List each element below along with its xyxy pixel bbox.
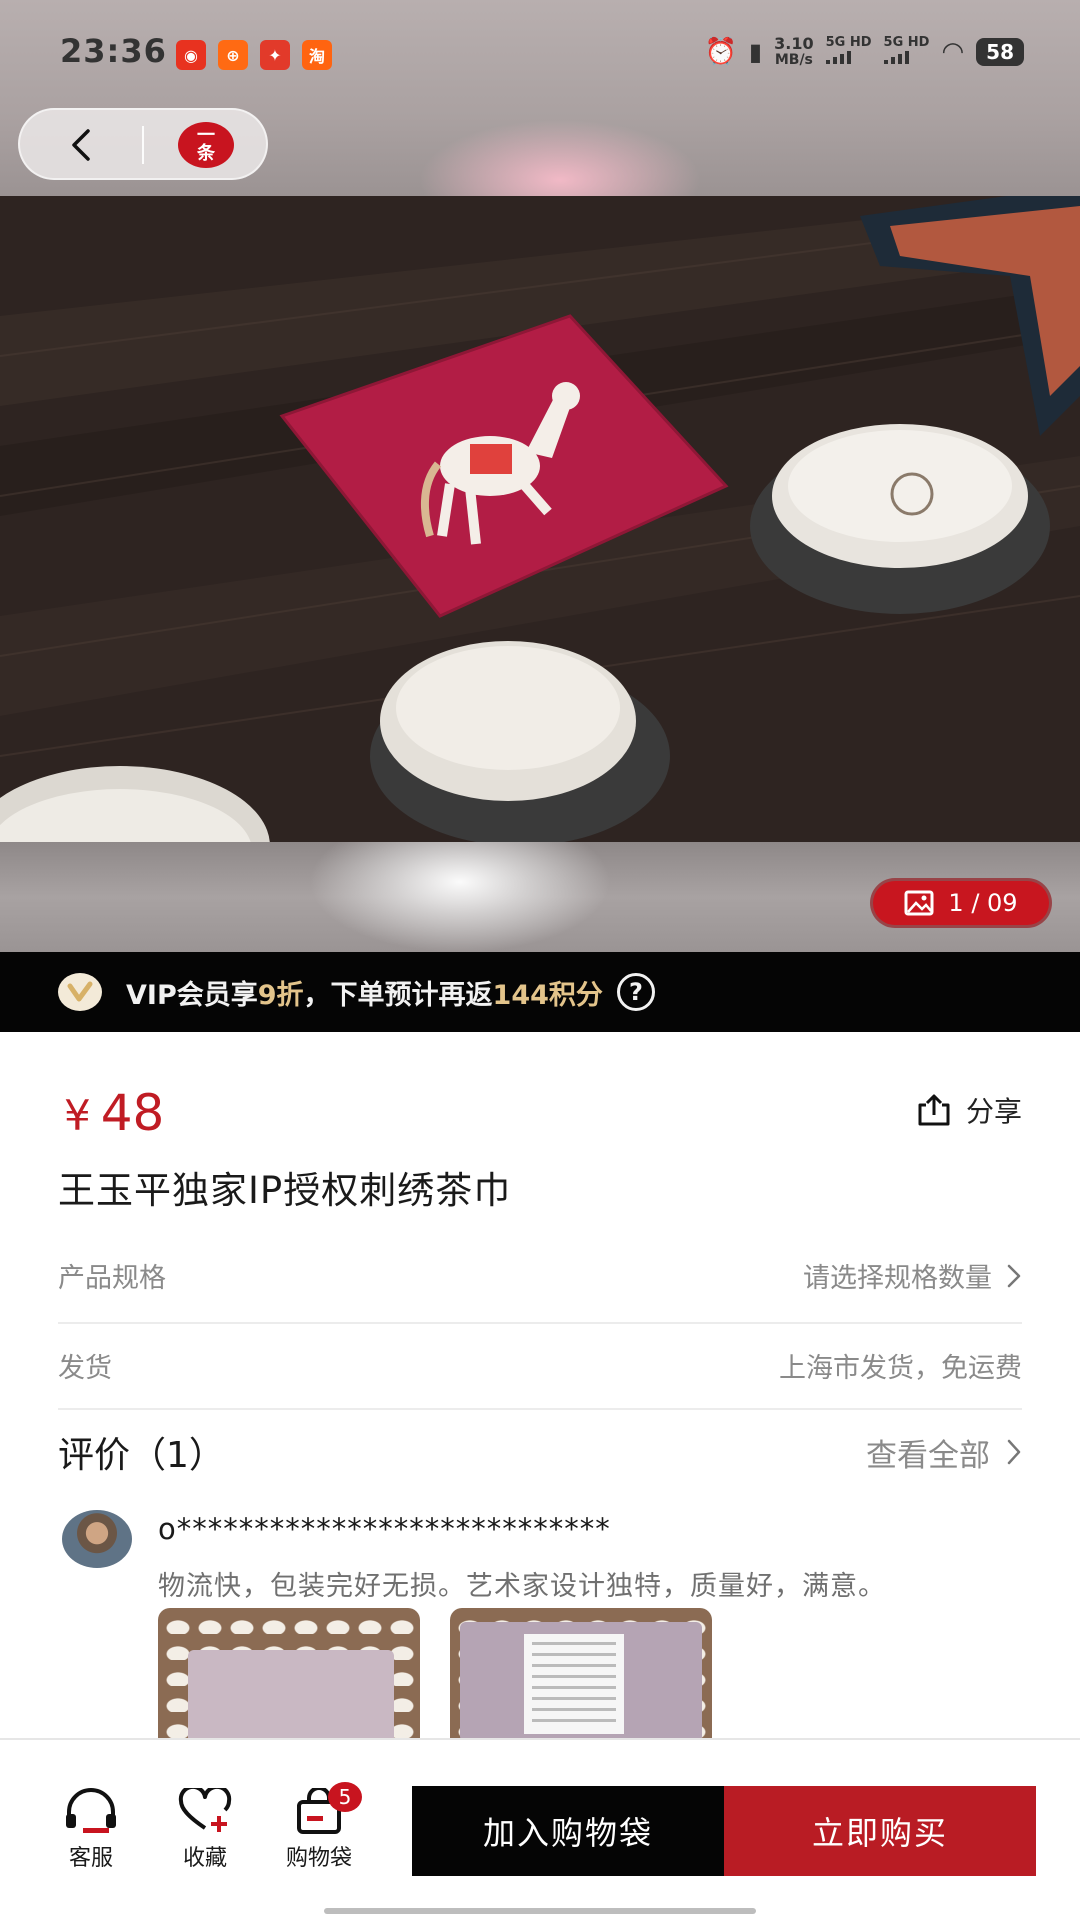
system-icons: ⏰ ▮ 3.10 MB/s 5G HD 5G HD ◠ 58 [705, 36, 1024, 68]
capsule-divider [142, 126, 144, 164]
reviews-header: 评价（1） 查看全部 [58, 1426, 1022, 1478]
reviewer-name: o**************************** [158, 1512, 611, 1546]
price-value: 48 [100, 1084, 165, 1142]
vibrate-icon: ▮ [748, 38, 763, 66]
signal-2: 5G HD [883, 35, 930, 68]
divider [58, 1322, 1022, 1324]
app-red-icon: ✦ [260, 40, 290, 70]
signal-1-bars-icon [825, 50, 851, 64]
product-photo-illustration [0, 196, 1080, 842]
spec-label: 产品规格 [58, 1263, 166, 1294]
reviewer-avatar [62, 1510, 132, 1568]
spec-value-wrap: 请选择规格数量 [803, 1256, 1022, 1295]
service-label: 客服 [68, 1846, 113, 1871]
vip-text: VIP会员享 9折 ，下单预计再返 144积分 [126, 973, 603, 1012]
nav-capsule: 一 条 [18, 108, 268, 180]
bottom-action-bar: 客服 收藏 购物袋 5 加入购物袋 立即购买 [0, 1738, 1080, 1920]
brand-logo-button[interactable]: 一 条 [178, 122, 234, 168]
netease-music-icon: ◉ [176, 40, 206, 70]
help-icon-symbol: ? [628, 978, 643, 1006]
add-to-cart-button[interactable]: 加入购物袋 [412, 1786, 724, 1876]
vip-discount: 9折 [257, 979, 304, 1011]
product-image-gallery[interactable]: 23:36 ◉ ⊕ ✦ 淘 ⏰ ▮ 3.10 MB/s 5G HD 5G HD … [0, 0, 1080, 952]
vip-badge-icon [58, 973, 102, 1011]
review-photo-2[interactable] [450, 1608, 712, 1738]
shipping-value: 上海市发货，免运费 [779, 1353, 1022, 1384]
share-button[interactable]: 分享 [916, 1090, 1022, 1130]
view-all-label: 查看全部 [866, 1437, 990, 1474]
back-arrow-icon [72, 129, 90, 161]
vip-check-glyph [67, 981, 93, 1002]
network-speed-unit: MB/s [774, 52, 813, 68]
signal-1-label: 5G HD [825, 35, 872, 50]
customer-service-button[interactable]: 客服 [46, 1788, 136, 1872]
favorite-label: 收藏 [182, 1846, 227, 1871]
heart-add-icon [178, 1788, 232, 1832]
home-indicator[interactable] [324, 1908, 756, 1914]
shipping-label: 发货 [58, 1353, 112, 1384]
chevron-right-icon [1007, 1264, 1021, 1287]
view-all-reviews-link[interactable]: 查看全部 [866, 1430, 1022, 1475]
help-icon[interactable]: ? [616, 973, 655, 1011]
product-title: 王玉平独家IP授权刺绣茶巾 [58, 1169, 512, 1212]
favorite-button[interactable]: 收藏 [160, 1788, 250, 1872]
chevron-right-icon [1007, 1439, 1021, 1465]
divider [58, 1408, 1022, 1410]
cart-count-badge: 5 [328, 1782, 362, 1812]
review-photo-1[interactable] [158, 1608, 420, 1738]
product-price: ¥48 [64, 1084, 164, 1142]
cart-label: 购物袋 [285, 1846, 352, 1871]
vip-banner[interactable]: VIP会员享 9折 ，下单预计再返 144积分 ? [0, 952, 1080, 1032]
spec-selector-row[interactable]: 产品规格 请选择规格数量 [58, 1256, 1022, 1295]
vip-text-prefix: VIP会员享 [126, 979, 258, 1011]
image-icon [904, 890, 934, 916]
battery-level: 58 [976, 38, 1024, 66]
vip-points: 144积分 [492, 979, 603, 1011]
alarm-icon: ⏰ [704, 37, 737, 67]
status-bar: 23:36 ◉ ⊕ ✦ 淘 ⏰ ▮ 3.10 MB/s 5G HD 5G HD … [0, 0, 1080, 104]
price-currency: ¥ [64, 1091, 91, 1140]
review-photo-label-card [524, 1634, 624, 1734]
review-photo-bag [188, 1650, 394, 1738]
back-button[interactable] [42, 116, 120, 174]
network-speed-value: 3.10 [774, 34, 814, 53]
reviews-title: 评价（1） [58, 1435, 225, 1476]
app-orange-icon: ⊕ [218, 40, 248, 70]
signal-1: 5G HD [825, 35, 872, 68]
image-counter-badge[interactable]: 1 / 09 [870, 878, 1052, 928]
image-counter-text: 1 / 09 [948, 889, 1018, 917]
logo-line-2: 条 [197, 143, 215, 164]
vip-text-middle: ，下单预计再返 [303, 979, 493, 1011]
network-speed: 3.10 MB/s [774, 36, 813, 68]
share-icon [918, 1094, 950, 1126]
shipping-row: 发货 上海市发货，免运费 [58, 1346, 1022, 1385]
taobao-icon: 淘 [302, 40, 332, 70]
spec-value: 请选择规格数量 [803, 1263, 992, 1294]
signal-2-bars-icon [883, 50, 909, 64]
product-photo[interactable] [0, 196, 1080, 842]
headset-icon [66, 1788, 116, 1833]
share-label: 分享 [965, 1095, 1022, 1128]
buy-now-button[interactable]: 立即购买 [724, 1786, 1036, 1876]
wifi-icon: ◠ [941, 37, 965, 67]
signal-2-label: 5G HD [883, 35, 930, 50]
notification-icons: ◉ ⊕ ✦ 淘 [176, 40, 332, 70]
status-time: 23:36 [60, 32, 167, 70]
review-text: 物流快，包装完好无损。艺术家设计独特，质量好，满意。 [158, 1571, 886, 1602]
